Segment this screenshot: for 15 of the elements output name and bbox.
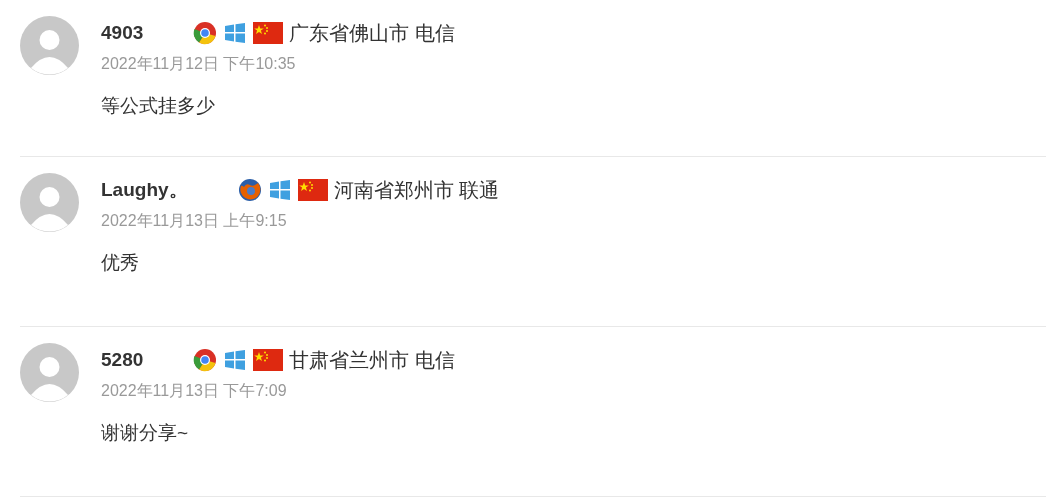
- comment-author: 5280: [101, 349, 144, 371]
- comment-date: 2022年11月12日 下午10:35: [101, 54, 297, 74]
- comment-text: 等公式挂多少: [101, 94, 216, 118]
- avatar-icon: [20, 16, 79, 75]
- avatar-icon: [20, 343, 79, 402]
- comment-text: 优秀: [101, 251, 140, 275]
- avatar-icon: [20, 173, 79, 232]
- comment-date: 2022年11月13日 上午9:15: [101, 211, 288, 231]
- comment-author: 4903: [101, 22, 144, 44]
- comment-location: 河南省郑州市 联通: [333, 177, 500, 203]
- comment-location: 甘肃省兰州市 电信: [289, 347, 455, 373]
- comment-date: 2022年11月13日 下午7:09: [101, 381, 288, 401]
- comment-text: 谢谢分享~: [101, 421, 190, 445]
- comment-author: Laughy。: [101, 178, 188, 202]
- comment-location: 广东省佛山市 电信: [289, 20, 455, 46]
